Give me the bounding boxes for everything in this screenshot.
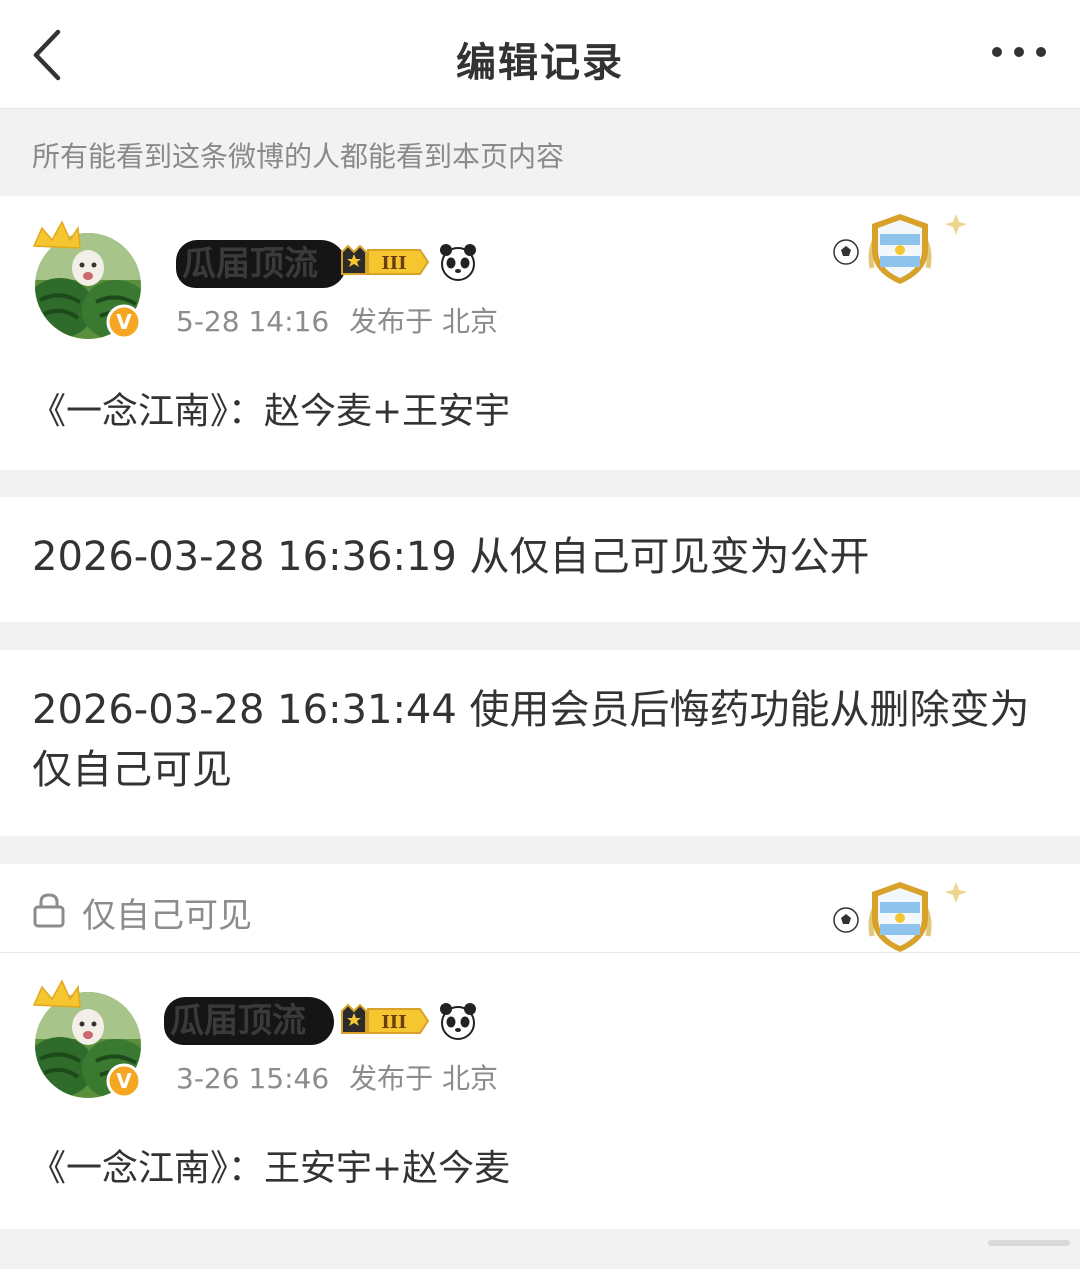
visibility-notice: 所有能看到这条微博的人都能看到本页内容 (0, 109, 1080, 195)
svg-text:V: V (116, 310, 132, 334)
post-location: 发布于 北京 (349, 1062, 499, 1095)
edit-record: 2026-03-28 16:36:19 从仅自己可见变为公开 (0, 497, 1080, 622)
post-timestamp: 3-26 15:46 (176, 1062, 330, 1095)
panda-icon (440, 244, 476, 281)
edit-record-text: 2026-03-28 16:36:19 从仅自己可见变为公开 (32, 534, 870, 580)
lock-icon (33, 893, 65, 928)
bottom-divider (0, 1229, 1080, 1269)
avatar[interactable]: V (30, 969, 146, 1109)
post-content: 《一念江南》：赵今麦+王安宇 (30, 391, 511, 432)
post-meta: 5-28 14:16 发布于 北京 (176, 300, 498, 340)
post-timestamp: 5-28 14:16 (176, 305, 330, 338)
current-post-card[interactable]: V 瓜届顶流 III 5-28 14:16 发布于 北京 《一念江南》：赵今麦+王… (0, 196, 1080, 470)
more-dots-icon[interactable] (990, 44, 1048, 60)
panda-icon (440, 1003, 476, 1040)
avatar[interactable]: V (30, 210, 146, 350)
argentina-football-badge[interactable] (828, 878, 970, 958)
private-visibility-bar: 仅自己可见 (0, 864, 1080, 953)
member-level-badge: III (341, 244, 476, 281)
scroll-indicator (988, 1240, 1070, 1246)
notice-text: 所有能看到这条微博的人都能看到本页内容 (32, 140, 565, 173)
crown-icon (32, 979, 81, 1008)
argentina-football-badge[interactable] (828, 210, 970, 290)
private-visibility-label: 仅自己可见 (82, 896, 252, 936)
previous-post-card[interactable]: V 瓜届顶流 III 3-26 15:46 发布于 北京 《一念江南》：王安宇+赵… (0, 953, 1080, 1229)
post-location: 发布于 北京 (349, 305, 499, 338)
svg-text:III: III (381, 253, 406, 274)
crown-icon (32, 220, 81, 249)
post-content: 《一念江南》：王安宇+赵今麦 (30, 1148, 511, 1189)
page-title: 编辑记录 (456, 40, 624, 86)
post-meta: 3-26 15:46 发布于 北京 (176, 1057, 498, 1097)
svg-text:III: III (381, 1012, 406, 1033)
svg-text:V: V (116, 1069, 132, 1093)
username-redacted[interactable]: 瓜届顶流 (164, 997, 334, 1045)
top-navigation-bar: 编辑记录 (0, 0, 1080, 109)
edit-record-text: 2026-03-28 16:31:44 使用会员后悔药功能从删除变为仅自己可见 (32, 687, 1030, 793)
edit-record: 2026-03-28 16:31:44 使用会员后悔药功能从删除变为仅自己可见 (0, 650, 1080, 836)
member-level-badge: III (341, 1003, 476, 1040)
username-redacted[interactable]: 瓜届顶流 (176, 240, 346, 288)
